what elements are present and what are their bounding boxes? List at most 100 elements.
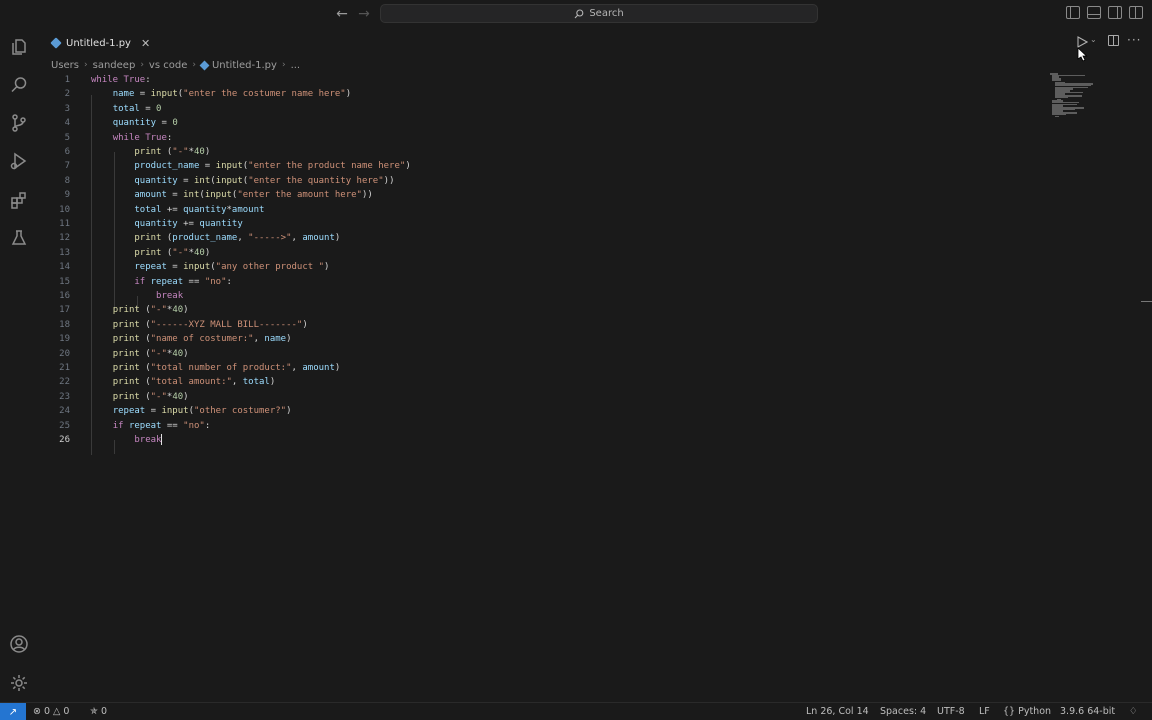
code-line[interactable]: 21 print ("total number of product:", am… <box>38 361 1038 375</box>
code-line[interactable]: 13 print ("-"*40) <box>38 246 1038 260</box>
code-text: quantity += quantity <box>134 219 243 229</box>
line-number: 2 <box>64 89 70 100</box>
search-icon[interactable] <box>9 75 29 95</box>
testing-icon[interactable] <box>9 228 29 248</box>
breadcrumb-item[interactable]: Users <box>51 60 79 71</box>
code-line[interactable]: 22 print ("total amount:", total) <box>38 375 1038 389</box>
code-line[interactable]: 20 print ("-"*40) <box>38 347 1038 361</box>
line-number: 23 <box>59 391 70 402</box>
language-label: Python <box>1018 706 1052 717</box>
line-number: 21 <box>59 363 70 373</box>
code-text: print ("------XYZ MALL BILL-------") <box>112 319 308 330</box>
status-bar: ↗ ⊗ 0 △ 0 ✯ 0 Ln 26, Col 14 Spaces: 4 UT… <box>0 702 1152 720</box>
code-text: print ("-"*40) <box>134 247 211 258</box>
line-number: 10 <box>59 204 70 215</box>
toggle-panel-icon[interactable] <box>1087 6 1101 19</box>
close-icon[interactable]: ✕ <box>141 37 150 50</box>
code-line[interactable]: 16 break <box>38 289 1038 303</box>
minimap[interactable] <box>1050 73 1100 118</box>
extensions-icon[interactable] <box>9 190 29 210</box>
python-interpreter[interactable]: 3.9.6 64-bit <box>1060 706 1115 717</box>
code-line[interactable]: 4 quantity = 0 <box>38 116 1038 130</box>
code-line[interactable]: 12 print (product_name, "----->", amount… <box>38 231 1038 245</box>
ports-indicator[interactable]: ✯ 0 <box>90 706 107 717</box>
code-line[interactable]: 18 print ("------XYZ MALL BILL-------") <box>38 318 1038 332</box>
text-cursor <box>161 434 163 445</box>
code-text: quantity = int(input("enter the quantity… <box>134 175 395 186</box>
code-line[interactable]: 15 if repeat == "no": <box>38 275 1038 289</box>
code-line[interactable]: 8 quantity = int(input("enter the quanti… <box>38 174 1038 188</box>
source-control-icon[interactable] <box>9 113 29 133</box>
code-text: print ("-"*40) <box>112 305 189 316</box>
line-number: 7 <box>64 161 70 172</box>
line-number: 9 <box>64 190 70 201</box>
code-line[interactable]: 17 print ("-"*40) <box>38 303 1038 317</box>
problems-indicator[interactable]: ⊗ 0 △ 0 <box>33 706 69 717</box>
line-number: 11 <box>59 219 70 229</box>
code-line[interactable]: 1 while True: <box>38 73 1038 87</box>
chevron-down-icon[interactable]: ⌄ <box>1090 35 1097 44</box>
code-editor[interactable]: 1 while True: 2 name = input("enter the co… <box>38 73 1038 455</box>
language-mode[interactable]: {} Python <box>1003 706 1051 717</box>
back-arrow-icon[interactable]: ← <box>333 5 351 23</box>
code-text: print (product_name, "----->", amount) <box>134 233 341 244</box>
breadcrumb-item[interactable]: vs code <box>149 60 187 71</box>
tab-untitled-1[interactable]: Untitled-1.py ✕ <box>46 32 158 54</box>
code-line[interactable]: 10 total += quantity*amount <box>38 203 1038 217</box>
customize-layout-icon[interactable] <box>1129 6 1143 19</box>
settings-gear-icon[interactable] <box>9 673 29 693</box>
code-text: total += quantity*amount <box>134 204 265 215</box>
code-text: break <box>134 434 163 445</box>
code-line[interactable]: 9 amount = int(input("enter the amount h… <box>38 188 1038 202</box>
breadcrumb-item[interactable]: sandeep <box>93 60 136 71</box>
code-line[interactable]: 26 break <box>38 433 1038 447</box>
code-line[interactable]: 24 repeat = input("other costumer?") <box>38 404 1038 418</box>
title-bar: ← → Search <box>0 0 1152 28</box>
error-icon: ⊗ <box>33 706 41 717</box>
notifications-bell-icon[interactable]: ♢ <box>1129 706 1138 717</box>
line-number: 24 <box>59 406 70 417</box>
breadcrumb-file[interactable]: Untitled-1.py <box>199 60 277 71</box>
toggle-secondary-sidebar-icon[interactable] <box>1108 6 1122 19</box>
line-number: 26 <box>59 435 70 445</box>
code-line[interactable]: 14 repeat = input("any other product ") <box>38 260 1038 274</box>
ports-count: 0 <box>100 706 108 717</box>
line-number: 25 <box>59 420 70 431</box>
split-editor-icon[interactable] <box>1108 35 1119 46</box>
code-line[interactable]: 11 quantity += quantity <box>38 217 1038 231</box>
more-actions-icon[interactable]: ··· <box>1127 33 1141 47</box>
code-line[interactable]: 5 while True: <box>38 131 1038 145</box>
ports-icon: ✯ <box>90 706 98 717</box>
chevron-right-icon: › <box>281 60 286 70</box>
code-text: while True: <box>91 75 151 85</box>
run-debug-icon[interactable] <box>9 151 29 171</box>
toggle-primary-sidebar-icon[interactable] <box>1066 6 1080 19</box>
line-number: 8 <box>64 175 70 186</box>
breadcrumb-item[interactable]: ... <box>291 60 301 71</box>
tab-label: Untitled-1.py <box>66 37 131 49</box>
code-text: print ("total number of product:", amoun… <box>112 363 341 373</box>
files-icon[interactable] <box>9 37 29 57</box>
code-line[interactable]: 19 print ("name of costumer:", name) <box>38 332 1038 346</box>
line-number: 12 <box>59 233 70 244</box>
account-icon[interactable] <box>9 634 29 654</box>
end-of-line[interactable]: LF <box>979 706 990 717</box>
forward-arrow-icon[interactable]: → <box>355 5 373 23</box>
error-count: 0 <box>43 706 51 717</box>
code-line[interactable]: 2 name = input("enter the costumer name … <box>38 87 1038 101</box>
code-line[interactable]: 7 product_name = input("enter the produc… <box>38 159 1038 173</box>
code-line[interactable]: 23 print ("-"*40) <box>38 390 1038 404</box>
command-center-search[interactable]: Search <box>380 4 818 23</box>
remote-indicator-icon[interactable]: ↗ <box>0 703 26 720</box>
line-number: 4 <box>64 118 70 129</box>
code-line[interactable]: 3 total = 0 <box>38 102 1038 116</box>
code-line[interactable]: 6 print ("-"*40) <box>38 145 1038 159</box>
code-text: print ("total amount:", total) <box>112 377 276 388</box>
line-number: 19 <box>59 334 70 345</box>
chevron-right-icon: › <box>84 60 88 70</box>
indentation[interactable]: Spaces: 4 <box>880 706 926 717</box>
encoding[interactable]: UTF-8 <box>937 706 965 717</box>
line-number: 22 <box>59 377 70 388</box>
cursor-position[interactable]: Ln 26, Col 14 <box>806 706 869 717</box>
code-line[interactable]: 25 if repeat == "no": <box>38 419 1038 433</box>
